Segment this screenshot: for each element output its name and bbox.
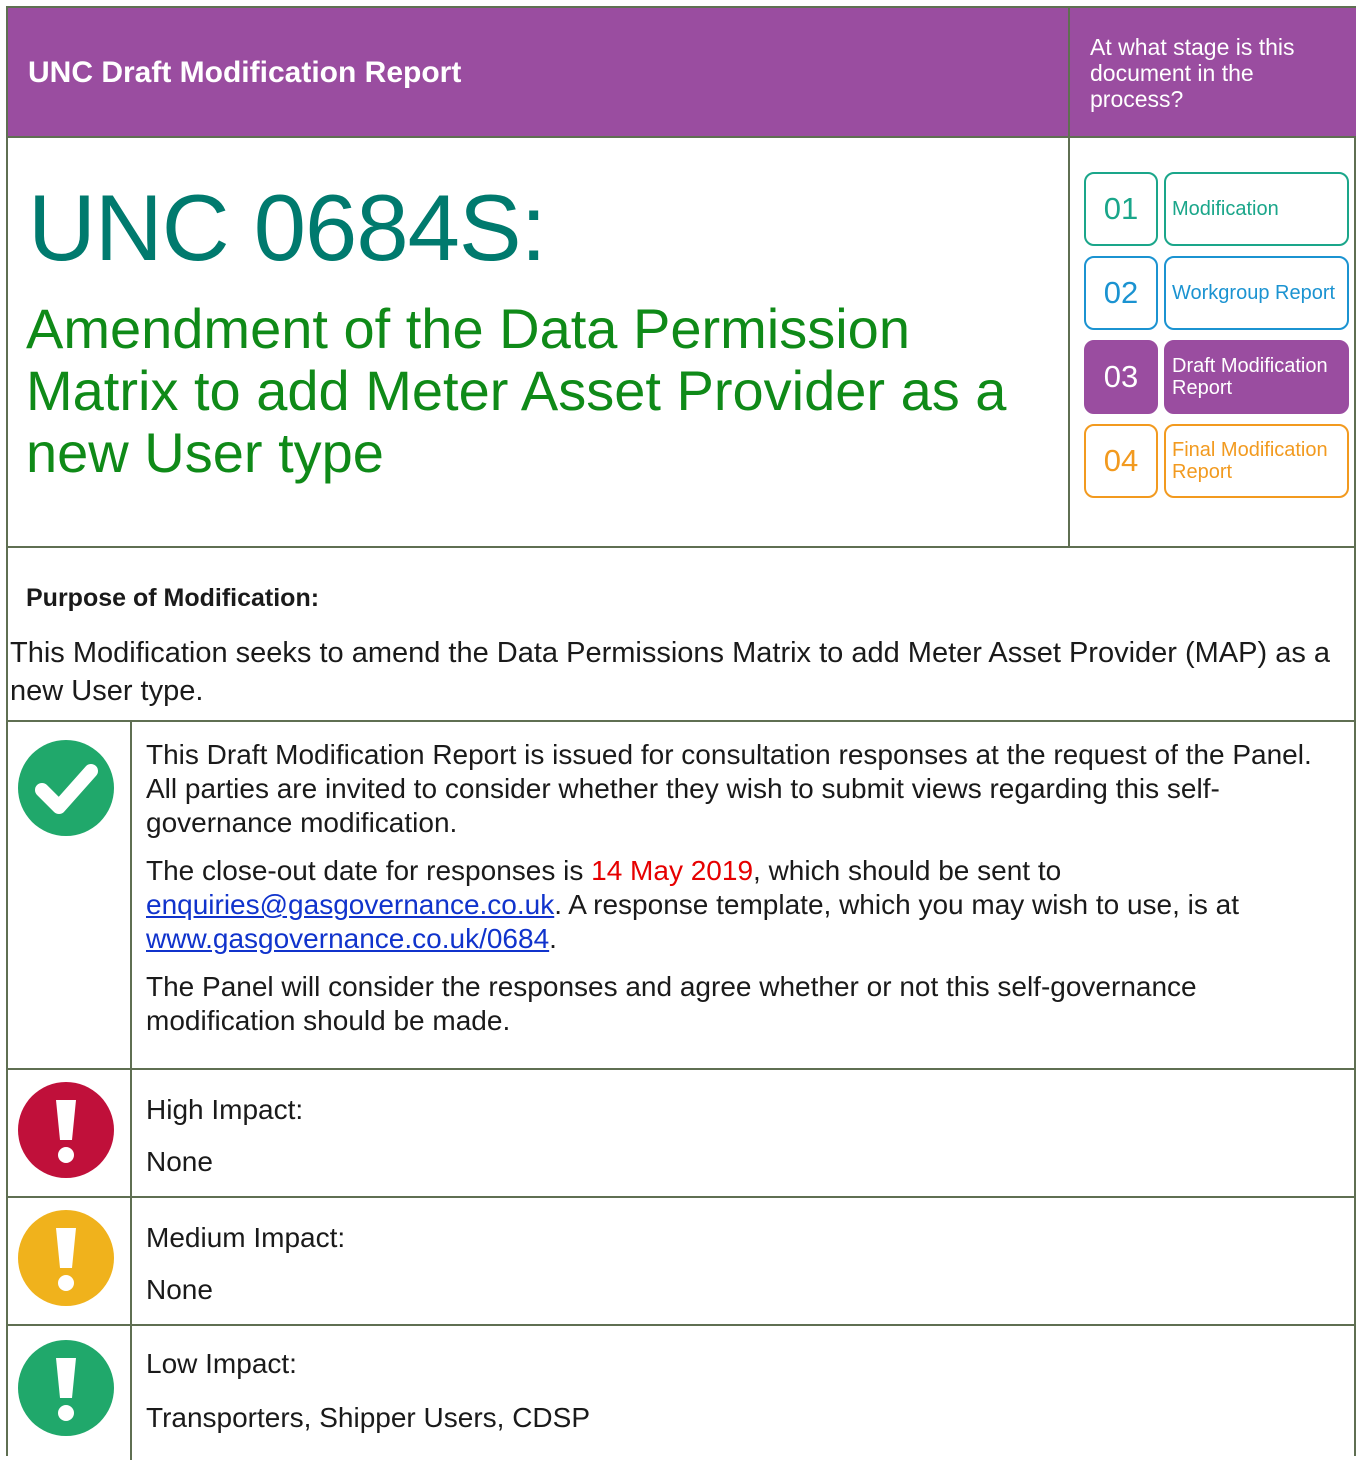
title-cell: UNC 0684S: Amendment of the Data Permiss… bbox=[8, 138, 1070, 548]
consultation-next-steps: The Panel will consider the responses an… bbox=[146, 971, 1197, 1036]
stage-panel: 01 Modification 02 Workgroup Report 03 D… bbox=[1070, 138, 1356, 548]
stage-label: Final Modification Report bbox=[1164, 424, 1349, 498]
stage-number: 03 bbox=[1084, 340, 1158, 414]
impact-label: Medium Impact: bbox=[146, 1222, 346, 1253]
close-out-date: 14 May 2019 bbox=[591, 855, 754, 886]
exclamation-icon bbox=[18, 1210, 114, 1306]
check-icon bbox=[18, 740, 114, 836]
stage-question: At what stage is this document in the pr… bbox=[1090, 34, 1295, 112]
stage-label: Workgroup Report bbox=[1164, 256, 1349, 330]
modification-number: UNC 0684S: bbox=[28, 175, 547, 280]
purpose-section: Purpose of Modification: This Modificati… bbox=[8, 548, 1356, 722]
stage-label: Modification bbox=[1164, 172, 1349, 246]
impact-value: None bbox=[146, 1274, 213, 1305]
stage-03: 03 Draft Modification Report bbox=[1084, 340, 1349, 414]
stage-01: 01 Modification bbox=[1084, 172, 1349, 246]
report-header: UNC Draft Modification Report bbox=[8, 8, 1070, 138]
report-type-title: UNC Draft Modification Report bbox=[28, 56, 462, 89]
impact-label: High Impact: bbox=[146, 1094, 304, 1125]
stage-02: 02 Workgroup Report bbox=[1084, 256, 1349, 330]
low-impact-row: Low Impact: Transporters, Shipper Users,… bbox=[8, 1326, 1356, 1460]
impact-value: Transporters, Shipper Users, CDSP bbox=[146, 1402, 590, 1433]
consultation-close-out: The close-out date for responses is 14 M… bbox=[146, 855, 1240, 954]
modification-title: Amendment of the Data Permission Matrix … bbox=[26, 297, 1007, 484]
document-frame: UNC Draft Modification Report At what st… bbox=[6, 6, 1356, 1460]
impact-value: None bbox=[146, 1146, 213, 1177]
stage-number: 01 bbox=[1084, 172, 1158, 246]
email-link[interactable]: enquiries@gasgovernance.co.uk bbox=[146, 889, 554, 920]
medium-impact-row: Medium Impact: None bbox=[8, 1198, 1356, 1326]
stage-number: 02 bbox=[1084, 256, 1158, 330]
template-link[interactable]: www.gasgovernance.co.uk/0684 bbox=[146, 923, 549, 954]
stage-question-cell: At what stage is this document in the pr… bbox=[1070, 8, 1356, 138]
stage-04: 04 Final Modification Report bbox=[1084, 424, 1349, 498]
exclamation-icon bbox=[18, 1340, 114, 1436]
purpose-heading: Purpose of Modification: bbox=[26, 584, 320, 612]
purpose-text: This Modification seeks to amend the Dat… bbox=[10, 637, 1331, 707]
exclamation-icon bbox=[18, 1082, 114, 1178]
stage-label: Draft Modification Report bbox=[1164, 340, 1349, 414]
consultation-intro: This Draft Modification Report is issued… bbox=[146, 739, 1312, 838]
consultation-row: This Draft Modification Report is issued… bbox=[8, 722, 1356, 1070]
impact-label: Low Impact: bbox=[146, 1348, 297, 1379]
high-impact-row: High Impact: None bbox=[8, 1070, 1356, 1198]
stage-number: 04 bbox=[1084, 424, 1158, 498]
